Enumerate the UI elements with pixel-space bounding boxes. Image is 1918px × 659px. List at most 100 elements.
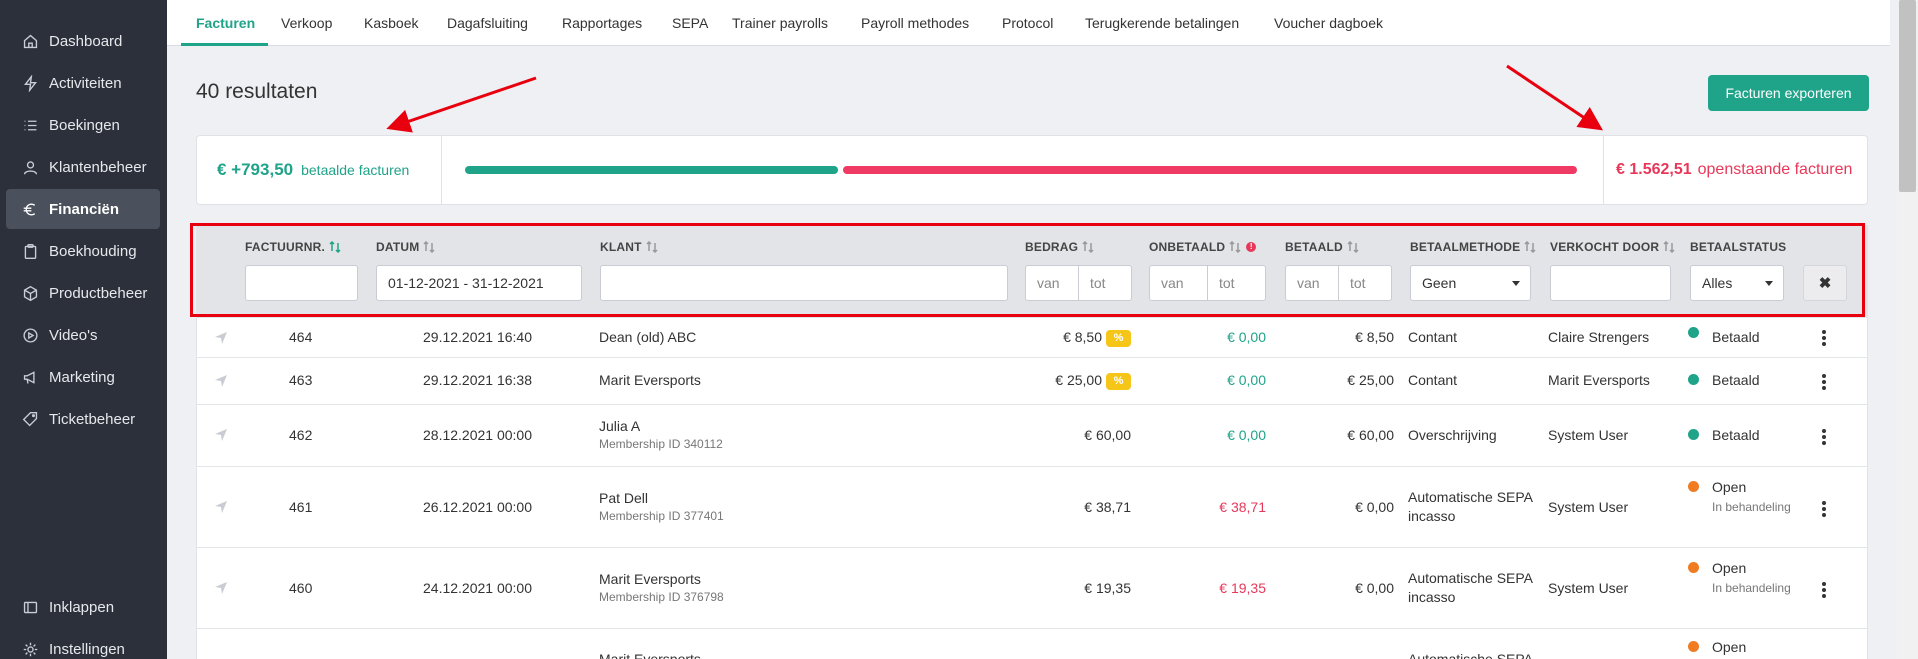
client-name[interactable]: Marit Eversports [599,571,701,587]
sort-icon[interactable] [423,240,435,254]
more-options-icon[interactable] [1819,429,1829,445]
more-options-icon[interactable] [1819,501,1829,517]
tab-voucher-dagboek[interactable]: Voucher dagboek [1274,0,1383,46]
tab-protocol[interactable]: Protocol [1002,0,1053,46]
tab-rapportages[interactable]: Rapportages [562,0,642,46]
clear-filters-button[interactable]: ✖ [1803,265,1847,301]
sold-by: System User [1548,580,1629,596]
send-icon[interactable] [214,500,228,514]
amount-to-input[interactable]: tot [1078,265,1132,301]
tab-terugkerende-betalingen[interactable]: Terugkerende betalingen [1085,0,1239,46]
invoice-date: 26.12.2021 00:00 [423,499,532,515]
client-filter[interactable] [600,265,1008,301]
unpaid-to-input[interactable]: tot [1207,265,1266,301]
amount-from-input[interactable]: van [1025,265,1079,301]
tab-payroll-methodes[interactable]: Payroll methodes [861,0,969,46]
sidebar-item-activiteiten[interactable]: Activiteiten [6,63,160,103]
sort-icon[interactable] [329,240,341,254]
sidebar-item-ticketbeheer[interactable]: Ticketbeheer [6,399,160,439]
client-name[interactable]: Pat Dell [599,490,648,506]
tab-facturen[interactable]: Facturen [196,0,255,46]
tab-sepa[interactable]: SEPA [672,0,708,46]
header-bedrag[interactable]: BEDRAG [1025,240,1094,254]
sidebar-settings[interactable]: Instellingen [6,629,160,659]
sort-icon[interactable] [1229,240,1241,254]
payment-status-select[interactable]: Alles [1690,265,1784,301]
sort-icon[interactable] [646,240,658,254]
client-name[interactable]: Marit Eversports [599,372,701,388]
header-factuurnr[interactable]: FACTUURNR. [245,240,341,254]
tab-kasboek[interactable]: Kasboek [364,0,418,46]
header-klant[interactable]: KLANT [600,240,658,254]
sidebar-item-dashboard[interactable]: Dashboard [6,21,160,61]
sold-by: Claire Strengers [1548,329,1650,345]
table-row[interactable]: 461 26.12.2021 00:00 Pat Dell Membership… [196,467,1868,548]
header-datum[interactable]: DATUM [376,240,435,254]
header-label: BETAALD [1285,240,1343,254]
header-verkocht-door[interactable]: VERKOCHT DOOR [1550,240,1675,254]
export-invoices-button[interactable]: Facturen exporteren [1708,75,1869,111]
sold-by: Marit Eversports [1548,372,1650,388]
paid-label: betaalde facturen [301,162,410,178]
arrow-to-open-summary [1506,64,1603,131]
paid-amount: € 8,50 [1355,329,1394,345]
membership-id: Membership ID 340112 [599,437,723,451]
client-name[interactable]: Julia A [599,418,640,434]
more-options-icon[interactable] [1819,374,1829,390]
tab-dagafsluiting[interactable]: Dagafsluiting [447,0,528,46]
unpaid-from-input[interactable]: van [1149,265,1208,301]
sidebar-settings-label: Instellingen [49,640,125,658]
send-icon[interactable] [214,428,228,442]
payment-method-select[interactable]: Geen [1410,265,1531,301]
send-icon[interactable] [214,331,228,345]
sort-icon[interactable] [1524,240,1536,254]
sidebar-item-marketing[interactable]: Marketing [6,357,160,397]
header-label: BEDRAG [1025,240,1079,254]
table-row[interactable]: 463 29.12.2021 16:38 Marit Eversports € … [196,358,1868,405]
table-row[interactable]: 462 28.12.2021 00:00 Julia A Membership … [196,405,1868,467]
header-onbetaald[interactable]: ONBETAALD ! [1149,240,1257,254]
sidebar-item-label: Ticketbeheer [49,410,136,428]
sidebar-collapse[interactable]: Inklappen [6,587,160,627]
unpaid-amount: € 0,00 [1227,427,1266,443]
scrollbar-thumb[interactable] [1899,0,1916,192]
tab-trainer-payrolls[interactable]: Trainer payrolls [732,0,828,46]
sort-icon[interactable] [1663,240,1675,254]
more-options-icon[interactable] [1819,582,1829,598]
table-row[interactable]: 464 29.12.2021 16:40 Dean (old) ABC € 8,… [196,318,1868,358]
sort-icon[interactable] [1082,240,1094,254]
sidebar-item-klantenbeheer[interactable]: Klantenbeheer [6,147,160,187]
sidebar-item-boekhouding[interactable]: Boekhouding [6,231,160,271]
send-icon[interactable] [214,374,228,388]
paid-from-input[interactable]: van [1285,265,1339,301]
paid-to-input[interactable]: tot [1338,265,1392,301]
table-row[interactable]: 460 24.12.2021 00:00 Marit Eversports Me… [196,548,1868,629]
sidebar-item-label: Activiteiten [49,74,122,92]
sidebar-item-productbeheer[interactable]: Productbeheer [6,273,160,313]
payment-status: Open [1712,560,1747,576]
sidebar-item-boekingen[interactable]: Boekingen [6,105,160,145]
sort-icon[interactable] [1347,240,1359,254]
sold-by-filter[interactable] [1550,265,1671,301]
invoice-summary-card: € +793,50 betaalde facturen € 1.562,51 o… [196,135,1868,205]
header-betaald[interactable]: BETAALD [1285,240,1359,254]
header-label: VERKOCHT DOOR [1550,240,1660,254]
discount-badge: % [1106,372,1131,390]
status-dot [1688,429,1699,440]
table-row[interactable]: Marit Eversports Automatische SEPA Open [196,629,1868,659]
invoice-number-filter[interactable] [245,265,358,301]
more-options-icon[interactable] [1819,330,1829,346]
send-icon[interactable] [214,581,228,595]
sidebar-item-videos[interactable]: Video's [6,315,160,355]
invoice-date: 29.12.2021 16:40 [423,329,532,345]
sidebar-item-financien[interactable]: Financiën [6,189,160,229]
header-betaalmethode[interactable]: BETAALMETHODE [1410,240,1536,254]
date-range-filter[interactable]: 01-12-2021 - 31-12-2021 [376,265,582,301]
payment-method: Contant [1408,329,1458,345]
payment-method: Automatische SEPA [1408,489,1534,505]
open-amount: € 1.562,51 [1616,161,1692,178]
client-name[interactable]: Dean (old) ABC [599,329,696,345]
membership-id: Membership ID 376798 [599,590,724,604]
client-name[interactable]: Marit Eversports [599,651,701,659]
tab-verkoop[interactable]: Verkoop [281,0,332,46]
